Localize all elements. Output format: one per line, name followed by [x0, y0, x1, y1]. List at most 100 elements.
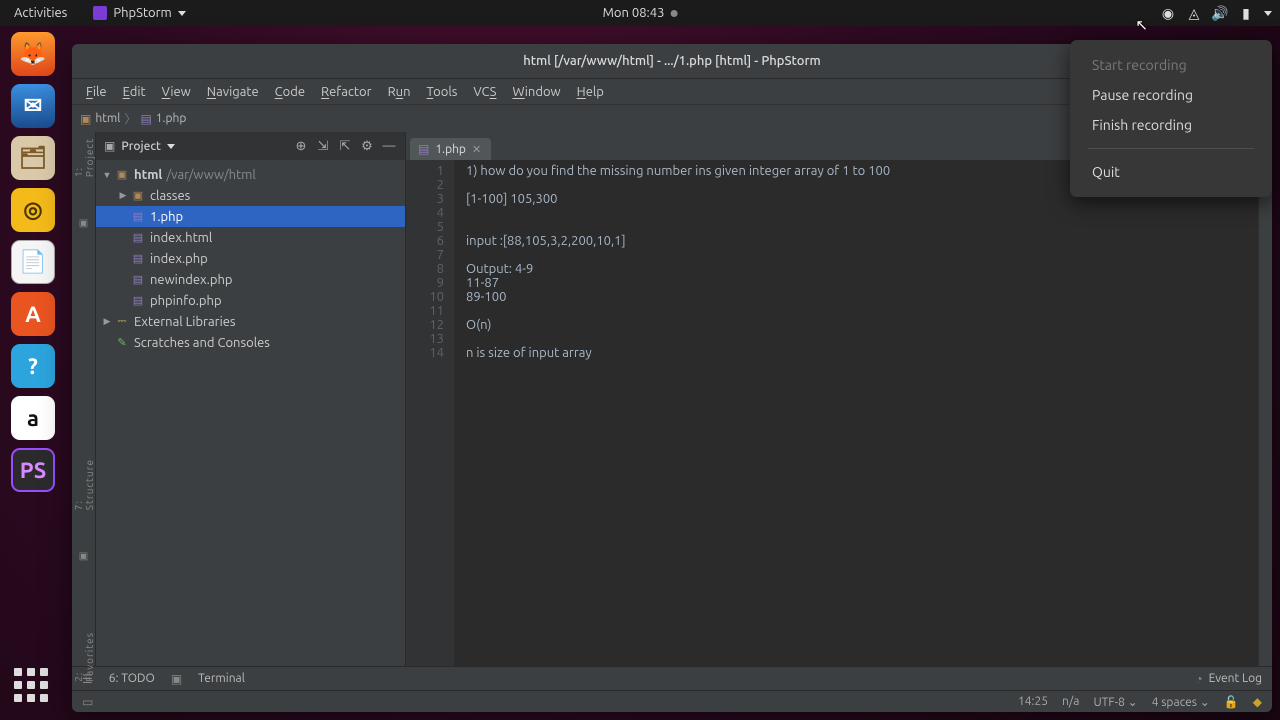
tree-root-name: html	[134, 168, 162, 182]
tree-file-newindexphp[interactable]: ▤ newindex.php	[96, 269, 405, 290]
files-icon[interactable]: 🗂	[11, 136, 55, 180]
tree-item-label: index.html	[150, 231, 212, 245]
bottom-toolbar: ☰ 6: TODO ▣ Terminal ◔ Event Log	[72, 666, 1272, 690]
recorder-popup-menu: Start recording Pause recording Finish r…	[1070, 40, 1272, 197]
phpstorm-dock-icon[interactable]: PS	[11, 448, 55, 492]
terminal-tool-button[interactable]: Terminal	[198, 672, 245, 685]
expand-icon[interactable]: ⇲	[315, 138, 331, 154]
tree-root-path: /var/www/html	[166, 168, 255, 182]
menu-help[interactable]: Help	[571, 83, 610, 101]
tree-item-label: External Libraries	[134, 315, 236, 329]
menu-window[interactable]: Window	[506, 83, 566, 101]
strip-icon-2[interactable]: ▣	[79, 550, 88, 562]
toggle-tool-windows-icon[interactable]: ▭	[82, 695, 93, 709]
activities-button[interactable]: Activities	[8, 4, 73, 22]
system-menu-chevron-icon[interactable]	[1264, 11, 1272, 16]
window-title: html [/var/www/html] - .../1.php [html] …	[523, 54, 821, 68]
tree-item-label: Scratches and Consoles	[134, 336, 270, 350]
editor-scrollbar[interactable]	[1258, 160, 1272, 666]
tree-file-indexphp[interactable]: ▤ index.php	[96, 248, 405, 269]
project-view-icon[interactable]: ▣	[104, 139, 115, 153]
tree-scratches[interactable]: ✎ Scratches and Consoles	[96, 332, 405, 353]
project-panel-header: ▣ Project ⊕ ⇲ ⇱ ⚙ —	[96, 132, 405, 160]
favorites-tool-button[interactable]: 2: Favorites	[73, 632, 95, 682]
phpstorm-icon	[93, 6, 107, 20]
file-encoding[interactable]: UTF-8 ⌄	[1093, 695, 1137, 709]
hide-icon[interactable]: —	[381, 138, 397, 154]
inspections-icon[interactable]: ◆	[1253, 695, 1262, 709]
todo-tool-button[interactable]: 6: TODO	[109, 672, 155, 685]
thunderbird-icon[interactable]: ✉	[11, 84, 55, 128]
event-log-button[interactable]: Event Log	[1209, 672, 1262, 685]
show-applications-icon[interactable]	[14, 668, 52, 706]
app-menu[interactable]: PhpStorm	[87, 4, 191, 22]
menu-finish-recording[interactable]: Finish recording	[1070, 110, 1272, 140]
rhythmbox-icon[interactable]: ◎	[11, 188, 55, 232]
volume-icon[interactable]: 🔊	[1212, 5, 1228, 21]
structure-tool-button[interactable]: 7: Structure	[73, 459, 95, 510]
recording-dot-icon	[670, 10, 677, 17]
collapse-icon[interactable]: ⇱	[337, 138, 353, 154]
indent-setting[interactable]: 4 spaces ⌄	[1152, 695, 1210, 709]
status-bar: ▭ 14:25 n/a UTF-8 ⌄ 4 spaces ⌄ 🔓 ◆	[72, 690, 1272, 712]
menu-run[interactable]: Run	[382, 83, 417, 101]
menu-file[interactable]: File	[80, 83, 113, 101]
project-tree[interactable]: ▼▣ html /var/www/html ▶▣ classes ▤ 1.php…	[96, 160, 405, 357]
chevron-down-icon[interactable]	[167, 144, 175, 149]
menu-refactor[interactable]: Refactor	[315, 83, 378, 101]
breadcrumb-file[interactable]: 1.php	[156, 112, 187, 125]
help-icon[interactable]: ?	[11, 344, 55, 388]
locate-icon[interactable]: ⊕	[293, 138, 309, 154]
editor-content[interactable]: 1) how do you find the missing number in…	[454, 160, 1258, 666]
tree-folder-classes[interactable]: ▶▣ classes	[96, 185, 405, 206]
php-file-icon: ▤	[418, 142, 429, 156]
caret-position[interactable]: 14:25	[1018, 695, 1048, 708]
project-panel: ▣ Project ⊕ ⇲ ⇱ ⚙ — ▼▣ html /var/www/htm…	[96, 132, 406, 666]
ubuntu-software-icon[interactable]: A	[11, 292, 55, 336]
menu-separator	[1088, 148, 1254, 149]
readonly-icon[interactable]: 🔓	[1224, 695, 1239, 709]
left-tool-strip: 1: Project ▣ 7: Structure ▣ 2: Favorites…	[72, 132, 96, 666]
libreoffice-writer-icon[interactable]: 📄	[11, 240, 55, 284]
ubuntu-dock: 🦊 ✉ 🗂 ◎ 📄 A ? a PS	[6, 32, 60, 492]
menu-pause-recording[interactable]: Pause recording	[1070, 80, 1272, 110]
menu-tools[interactable]: Tools	[421, 83, 464, 101]
code-editor[interactable]: 1234567891011121314 1) how do you find t…	[406, 160, 1272, 666]
menu-quit[interactable]: Quit	[1070, 157, 1272, 187]
editor-gutter: 1234567891011121314	[406, 160, 454, 666]
editor-tab-label: 1.php	[435, 143, 466, 156]
amazon-icon[interactable]: a	[11, 396, 55, 440]
project-panel-title[interactable]: Project	[121, 140, 161, 153]
tree-item-label: classes	[150, 189, 190, 203]
menu-vcs[interactable]: VCS	[467, 83, 502, 101]
wifi-icon[interactable]: ◬	[1186, 5, 1202, 21]
terminal-icon: ▣	[171, 672, 182, 686]
tree-item-label: index.php	[150, 252, 208, 266]
screen-recorder-tray-icon[interactable]: ◉	[1160, 5, 1176, 21]
mouse-cursor-icon: ↖	[1135, 16, 1148, 34]
tree-item-label: 1.php	[150, 210, 183, 224]
strip-icon[interactable]: ▣	[79, 217, 88, 229]
tree-root[interactable]: ▼▣ html /var/www/html	[96, 164, 405, 185]
menu-view[interactable]: View	[156, 83, 197, 101]
gnome-top-bar: Activities PhpStorm Mon 08:43 ◉ ◬ 🔊 ▮	[0, 0, 1280, 26]
tree-external-libraries[interactable]: ▶⎓ External Libraries	[96, 311, 405, 332]
menu-code[interactable]: Code	[269, 83, 311, 101]
menu-edit[interactable]: Edit	[117, 83, 152, 101]
breadcrumb-sep-icon: 〉	[124, 110, 136, 127]
project-tool-button[interactable]: 1: Project	[73, 138, 95, 177]
breadcrumb[interactable]: ▣ html 〉 ▤ 1.php	[80, 110, 186, 127]
tree-file-phpinfophp[interactable]: ▤ phpinfo.php	[96, 290, 405, 311]
line-separator[interactable]: n/a	[1062, 695, 1079, 708]
breadcrumb-root[interactable]: html	[95, 112, 120, 125]
tree-file-indexhtml[interactable]: ▤ index.html	[96, 227, 405, 248]
close-tab-icon[interactable]: ✕	[472, 143, 481, 156]
firefox-icon[interactable]: 🦊	[11, 32, 55, 76]
tree-item-label: phpinfo.php	[150, 294, 222, 308]
settings-icon[interactable]: ⚙	[359, 138, 375, 154]
editor-tab-1php[interactable]: ▤ 1.php ✕	[410, 138, 491, 160]
tree-file-1php[interactable]: ▤ 1.php	[96, 206, 405, 227]
clock-label[interactable]: Mon 08:43	[603, 6, 665, 20]
menu-navigate[interactable]: Navigate	[201, 83, 265, 101]
battery-icon[interactable]: ▮	[1238, 5, 1254, 21]
